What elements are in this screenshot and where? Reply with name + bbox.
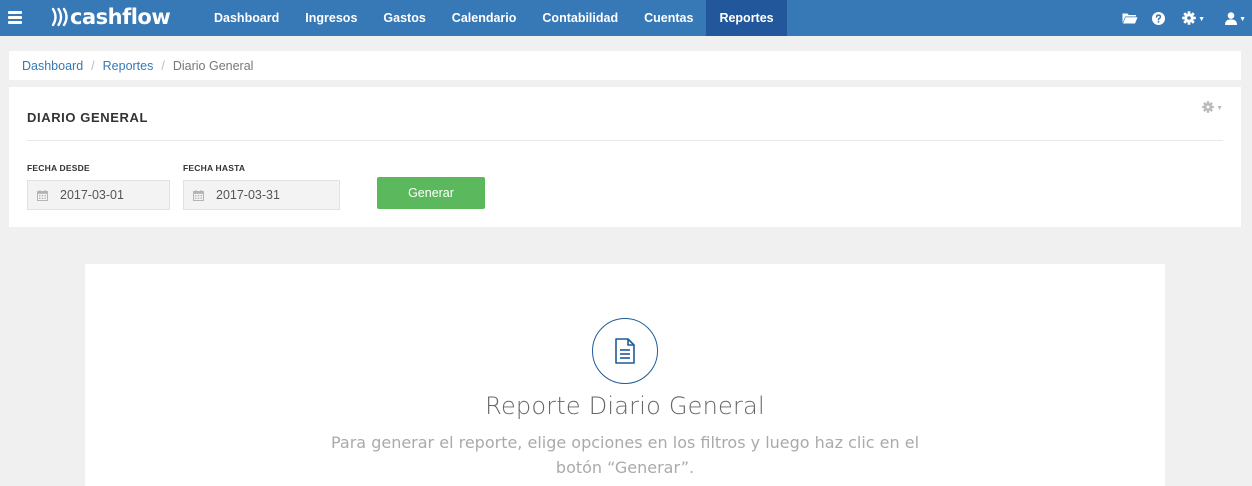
nav-reportes[interactable]: Reportes bbox=[706, 0, 787, 36]
nav-ingresos[interactable]: Ingresos bbox=[292, 0, 370, 36]
breadcrumb-separator: / bbox=[161, 58, 165, 73]
date-from-label: FECHA DESDE bbox=[27, 163, 90, 173]
empty-state-description: Para generar el reporte, elige opciones … bbox=[330, 433, 920, 477]
brand-logo[interactable]: cashflow bbox=[50, 2, 171, 32]
top-navbar: cashflow Dashboard Ingresos Gastos Calen… bbox=[0, 0, 1252, 36]
breadcrumb-reportes[interactable]: Reportes bbox=[103, 59, 154, 73]
folder-icon[interactable] bbox=[1122, 0, 1138, 36]
document-icon-badge bbox=[592, 318, 658, 384]
user-icon bbox=[1225, 11, 1238, 25]
date-from-input[interactable]: 2017-03-01 bbox=[27, 180, 170, 210]
chevron-down-icon: ▼ bbox=[1216, 104, 1223, 112]
breadcrumb: Dashboard / Reportes / Diario General bbox=[9, 51, 1241, 80]
date-to-value: 2017-03-31 bbox=[216, 188, 280, 202]
nav-cuentas[interactable]: Cuentas bbox=[631, 0, 706, 36]
settings-dropdown[interactable]: ▼ bbox=[1182, 0, 1205, 36]
calendar-icon bbox=[37, 189, 48, 201]
nav-contabilidad[interactable]: Contabilidad bbox=[529, 0, 631, 36]
cashflow-logo-icon bbox=[51, 7, 68, 27]
chevron-down-icon: ▼ bbox=[1239, 15, 1246, 23]
generate-button[interactable]: Generar bbox=[377, 177, 485, 209]
breadcrumb-separator: / bbox=[91, 58, 95, 73]
help-icon[interactable] bbox=[1152, 0, 1166, 36]
nav-gastos[interactable]: Gastos bbox=[370, 0, 438, 36]
panel-settings-dropdown[interactable]: ▼ bbox=[1202, 101, 1223, 113]
date-to-label: FECHA HASTA bbox=[183, 163, 246, 173]
date-from-value: 2017-03-01 bbox=[60, 188, 124, 202]
gear-icon bbox=[1202, 101, 1214, 113]
main-nav: Dashboard Ingresos Gastos Calendario Con… bbox=[201, 0, 787, 36]
panel-divider bbox=[27, 140, 1223, 141]
menu-toggle-icon[interactable] bbox=[8, 11, 22, 24]
chevron-down-icon: ▼ bbox=[1198, 15, 1206, 23]
breadcrumb-dashboard[interactable]: Dashboard bbox=[22, 59, 83, 73]
breadcrumb-current: Diario General bbox=[172, 58, 254, 73]
nav-dashboard[interactable]: Dashboard bbox=[201, 0, 292, 36]
user-dropdown[interactable]: ▼ bbox=[1225, 0, 1246, 36]
date-to-input[interactable]: 2017-03-31 bbox=[183, 180, 340, 210]
report-filter-panel: DIARIO GENERAL ▼ FECHA DESDE 2017-03-01 … bbox=[9, 87, 1241, 227]
empty-state-title: Reporte Diario General bbox=[485, 392, 765, 420]
panel-title: DIARIO GENERAL bbox=[27, 110, 149, 125]
empty-state-card: Reporte Diario General Para generar el r… bbox=[85, 264, 1165, 486]
nav-actions: ▼ ▼ bbox=[1122, 0, 1252, 36]
brand-name: cashflow bbox=[70, 5, 171, 29]
gear-icon bbox=[1182, 11, 1196, 25]
nav-calendario[interactable]: Calendario bbox=[439, 0, 530, 36]
calendar-icon bbox=[193, 189, 204, 201]
document-icon bbox=[615, 338, 635, 364]
